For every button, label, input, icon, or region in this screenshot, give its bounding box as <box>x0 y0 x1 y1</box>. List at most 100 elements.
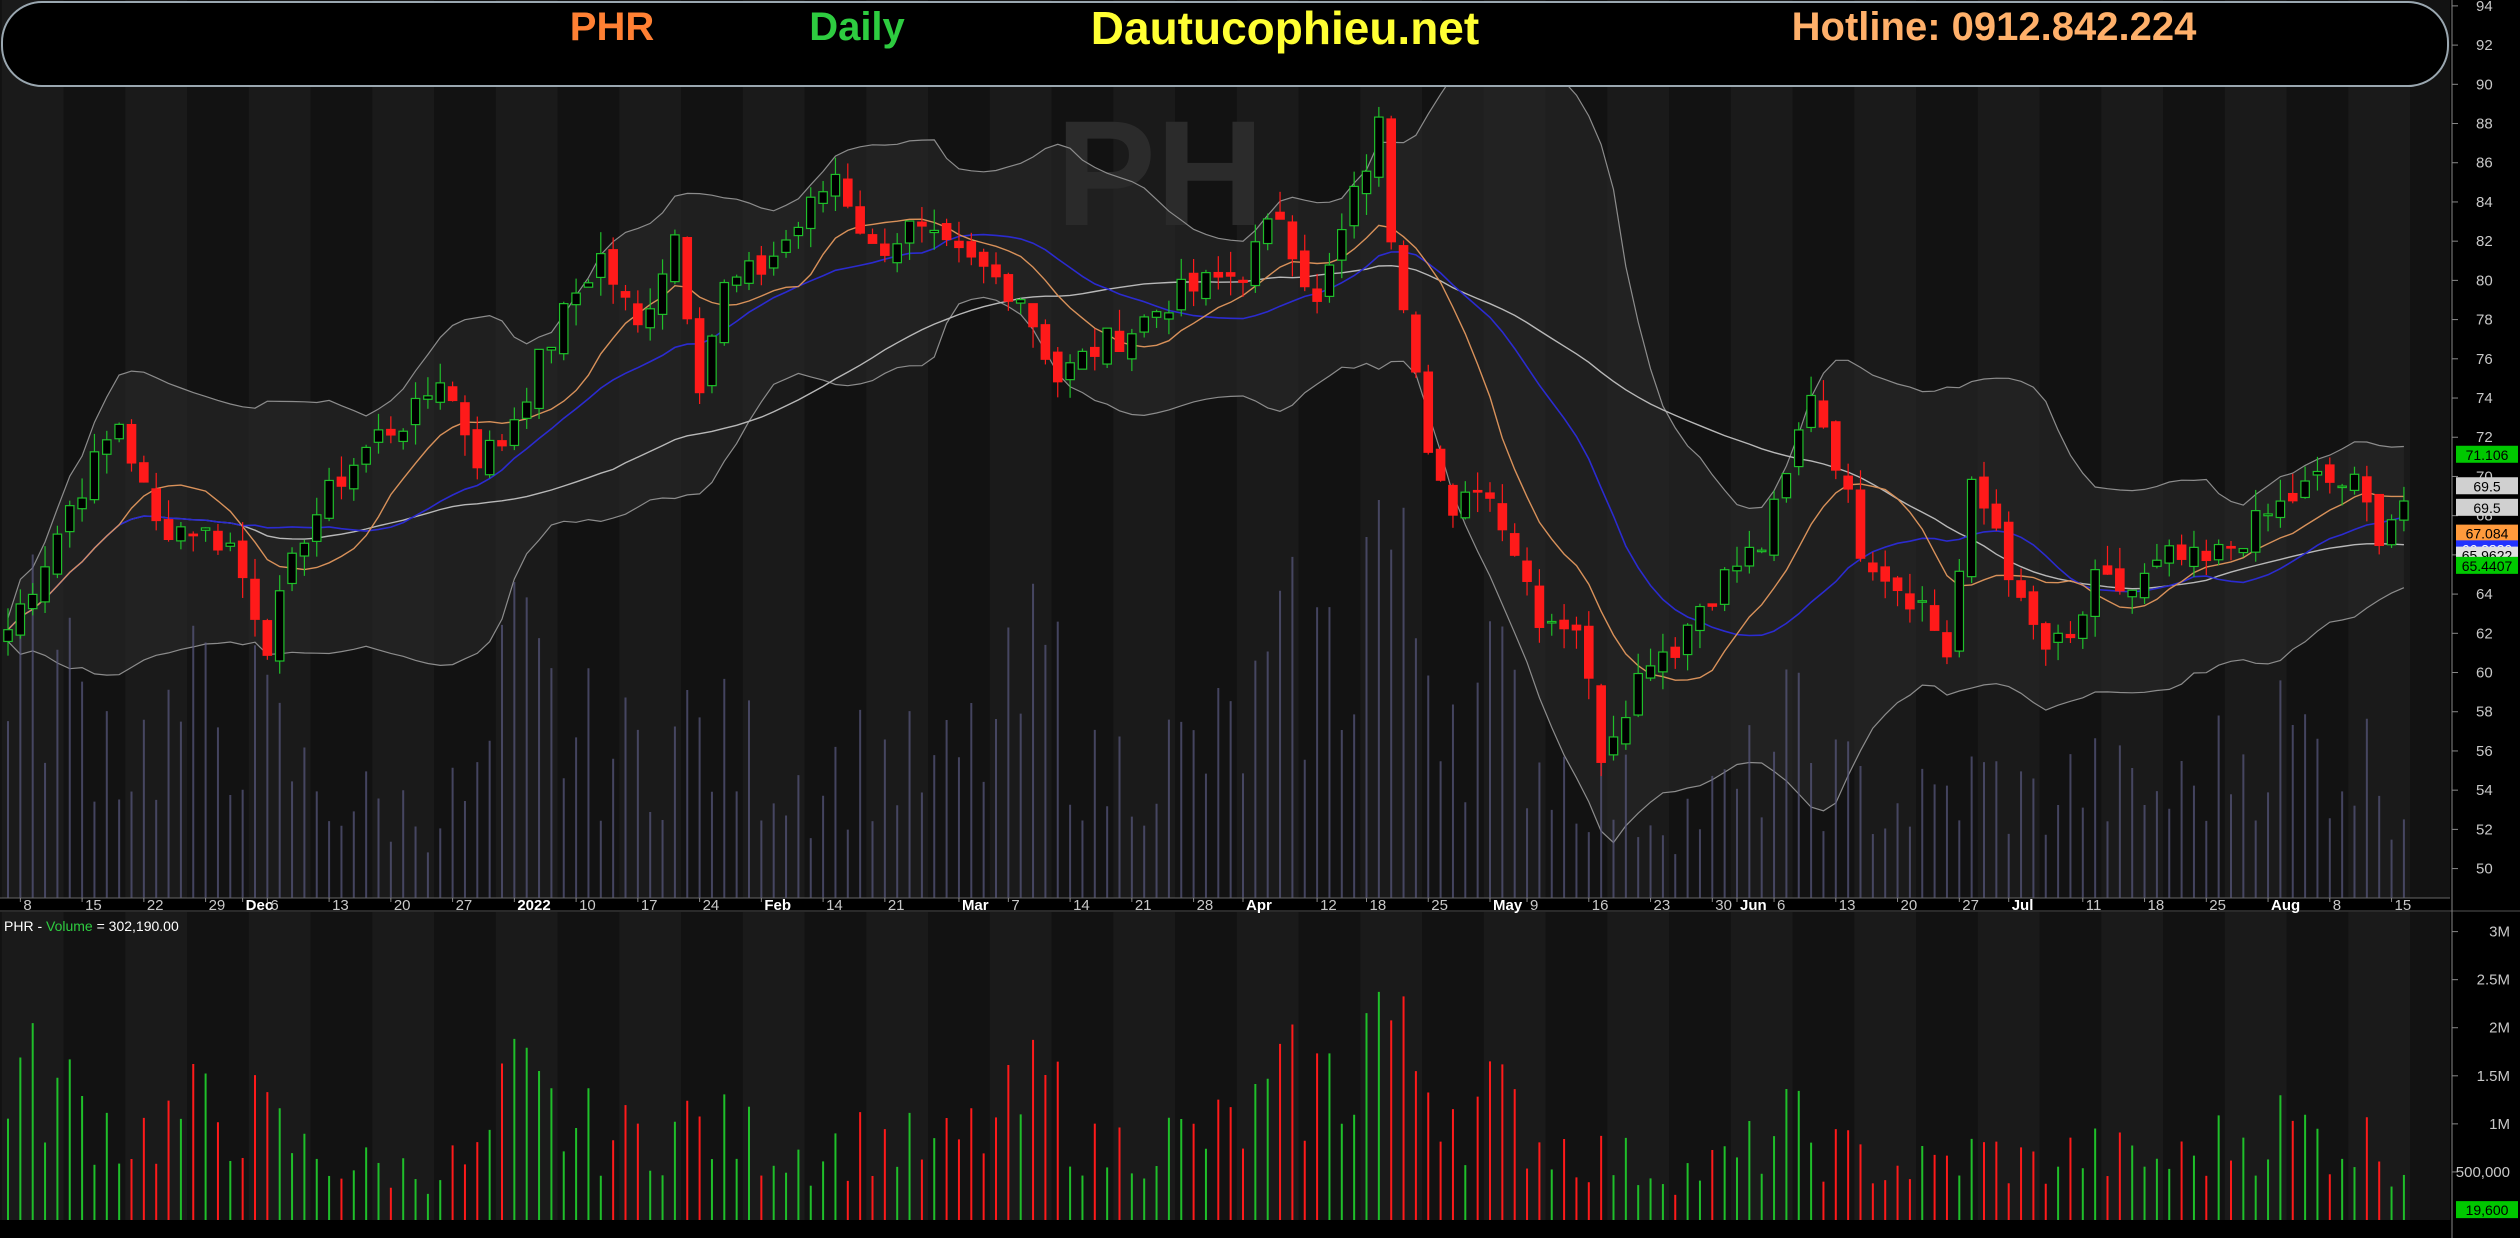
candle-body <box>1905 593 1915 610</box>
candle-body <box>1102 327 1112 365</box>
candle-body <box>670 234 680 283</box>
candle-body <box>1954 570 1965 652</box>
candle-body <box>534 348 544 410</box>
candle-body <box>336 476 347 487</box>
candle-body <box>52 533 63 575</box>
last-value-label: 69.5 <box>2473 500 2500 516</box>
candle-body <box>2102 565 2113 575</box>
date-tick-label: 29 <box>209 897 226 914</box>
candle-body <box>756 255 767 275</box>
candle-body <box>200 527 211 531</box>
candle-body <box>1287 221 1298 260</box>
candle-body <box>2164 545 2175 564</box>
candle-body <box>151 488 161 522</box>
price-tick-label: 90 <box>2476 76 2493 93</box>
candle-body <box>1559 619 1569 630</box>
candle-body <box>1645 665 1656 679</box>
candle-body <box>941 223 952 241</box>
candle-body <box>126 423 137 464</box>
site-title: Dautucophieu.net <box>1091 2 1479 54</box>
candle-body <box>1164 312 1174 320</box>
volume-tick-label: 1.5M <box>2477 1068 2510 1085</box>
candle-body <box>435 382 446 403</box>
price-tick-label: 50 <box>2476 861 2493 878</box>
date-tick-label: 25 <box>2209 897 2226 914</box>
candle-body <box>188 533 199 537</box>
candle-body <box>114 423 124 440</box>
candle-body <box>2399 500 2409 521</box>
price-tick-label: 84 <box>2476 194 2493 211</box>
candle-body <box>1312 288 1322 302</box>
candle-body <box>1349 185 1359 227</box>
candle-body <box>225 542 236 547</box>
date-tick-label: 6 <box>1777 897 1785 914</box>
volume-tick-label: 1M <box>2489 1116 2510 1133</box>
candle-body <box>904 220 915 244</box>
candle-body <box>2152 559 2162 567</box>
candle-body <box>954 240 964 249</box>
candle-body <box>1040 324 1051 360</box>
date-tick-label: 28 <box>1197 897 1214 914</box>
date-tick-label: 21 <box>888 897 905 914</box>
candle-body <box>1756 549 1767 553</box>
candle-body <box>2226 545 2236 549</box>
candle-body <box>1460 491 1471 519</box>
price-tick-label: 76 <box>2476 351 2493 368</box>
date-tick-label: 13 <box>1839 897 1856 914</box>
date-tick-label: 9 <box>1530 897 1538 914</box>
candle-body <box>139 462 149 483</box>
candle-body <box>1225 272 1236 277</box>
candle-body <box>311 514 322 542</box>
candle-body <box>1213 271 1224 278</box>
date-tick-label: 20 <box>394 897 411 914</box>
candle-body <box>1571 624 1582 631</box>
date-tick-label: Dec <box>246 897 274 914</box>
candle-body <box>2078 614 2088 639</box>
candle-body <box>373 429 384 443</box>
candle-body <box>1929 605 1940 631</box>
date-tick-label: 12 <box>1320 897 1337 914</box>
candle-body <box>1411 314 1421 373</box>
candle-body <box>2374 493 2384 547</box>
date-tick-label: 13 <box>332 897 349 914</box>
candle-body <box>731 276 742 286</box>
candle-body <box>633 303 643 326</box>
candle-body <box>1546 620 1557 624</box>
candle-body <box>2325 464 2335 483</box>
candle-body <box>1089 346 1100 357</box>
candle-body <box>509 419 520 447</box>
date-tick-label: 15 <box>2395 897 2412 914</box>
candle-body <box>1917 600 1928 603</box>
candle-body <box>521 401 532 419</box>
header-banner: PHR Daily Dautucophieu.net Hotline: 0912… <box>1 1 2449 87</box>
date-tick-label: 6 <box>270 897 278 914</box>
volume-legend: PHR - Volume = 302,190.00 <box>4 918 179 934</box>
candle-body <box>213 530 223 551</box>
candle-body <box>386 428 396 436</box>
candle-body <box>583 282 594 288</box>
candle-body <box>410 397 421 426</box>
candle-body <box>1892 577 1903 592</box>
price-tick-label: 60 <box>2476 665 2493 682</box>
candle-body <box>991 264 1001 278</box>
date-tick-label: 25 <box>1431 897 1448 914</box>
candle-body <box>237 540 248 579</box>
price-tick-label: 78 <box>2476 312 2493 329</box>
volume-legend-label: Volume <box>46 918 93 934</box>
candle-body <box>1818 400 1829 428</box>
candle-body <box>101 439 112 455</box>
candle-body <box>2090 569 2100 618</box>
candle-body <box>818 191 828 204</box>
volume-tick-label: 3M <box>2489 924 2510 941</box>
candle-body <box>3 629 13 643</box>
candle-body <box>2176 544 2187 560</box>
candle-body <box>484 439 495 476</box>
volume-tick-label: 2M <box>2489 1020 2510 1037</box>
candle-body <box>2287 492 2298 502</box>
stripe <box>1854 912 1917 1220</box>
candle-body <box>781 239 791 254</box>
date-tick-label: 14 <box>1073 897 1090 914</box>
date-tick-label: 18 <box>1370 897 1387 914</box>
candle-body <box>447 386 458 402</box>
stripe <box>2224 912 2287 1220</box>
